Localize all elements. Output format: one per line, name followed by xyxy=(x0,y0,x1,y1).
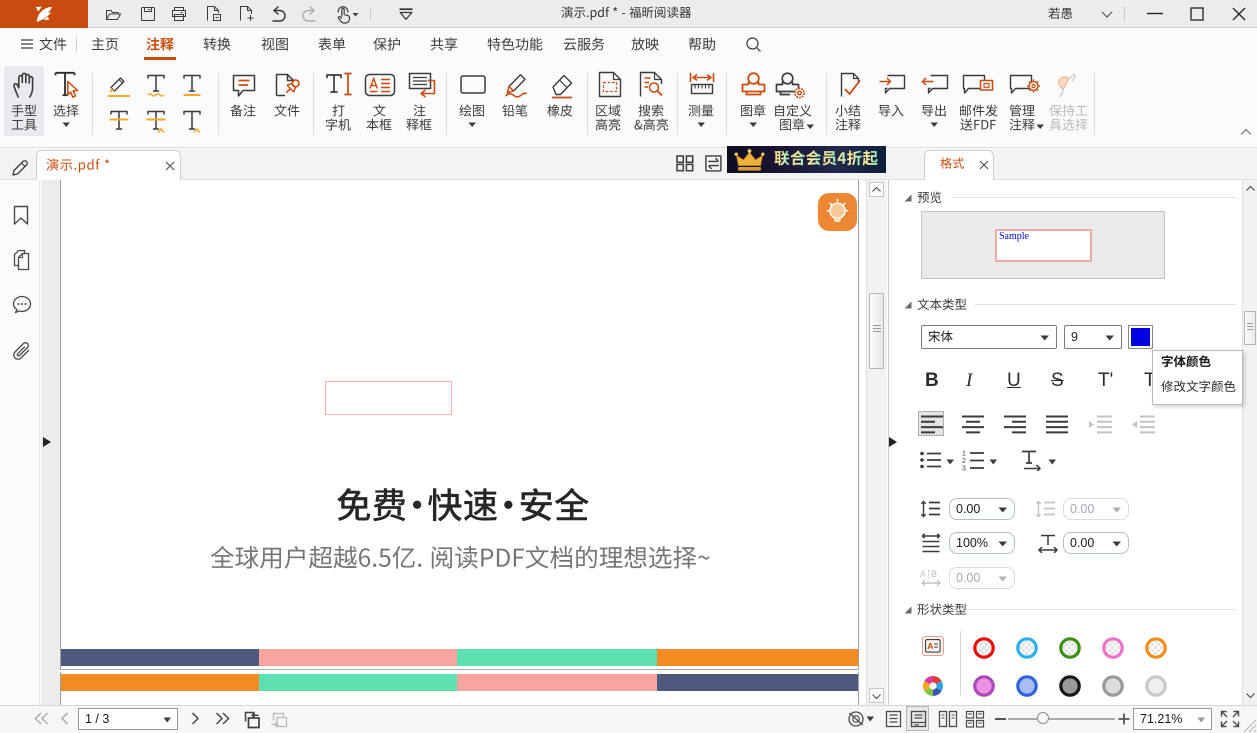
svg-text:1: 1 xyxy=(962,451,966,458)
svg-text:A: A xyxy=(927,641,933,651)
svg-text:B: B xyxy=(931,569,937,579)
svg-text:3: 3 xyxy=(962,466,966,472)
svg-text:A: A xyxy=(920,569,926,579)
svg-text:2: 2 xyxy=(962,458,966,465)
